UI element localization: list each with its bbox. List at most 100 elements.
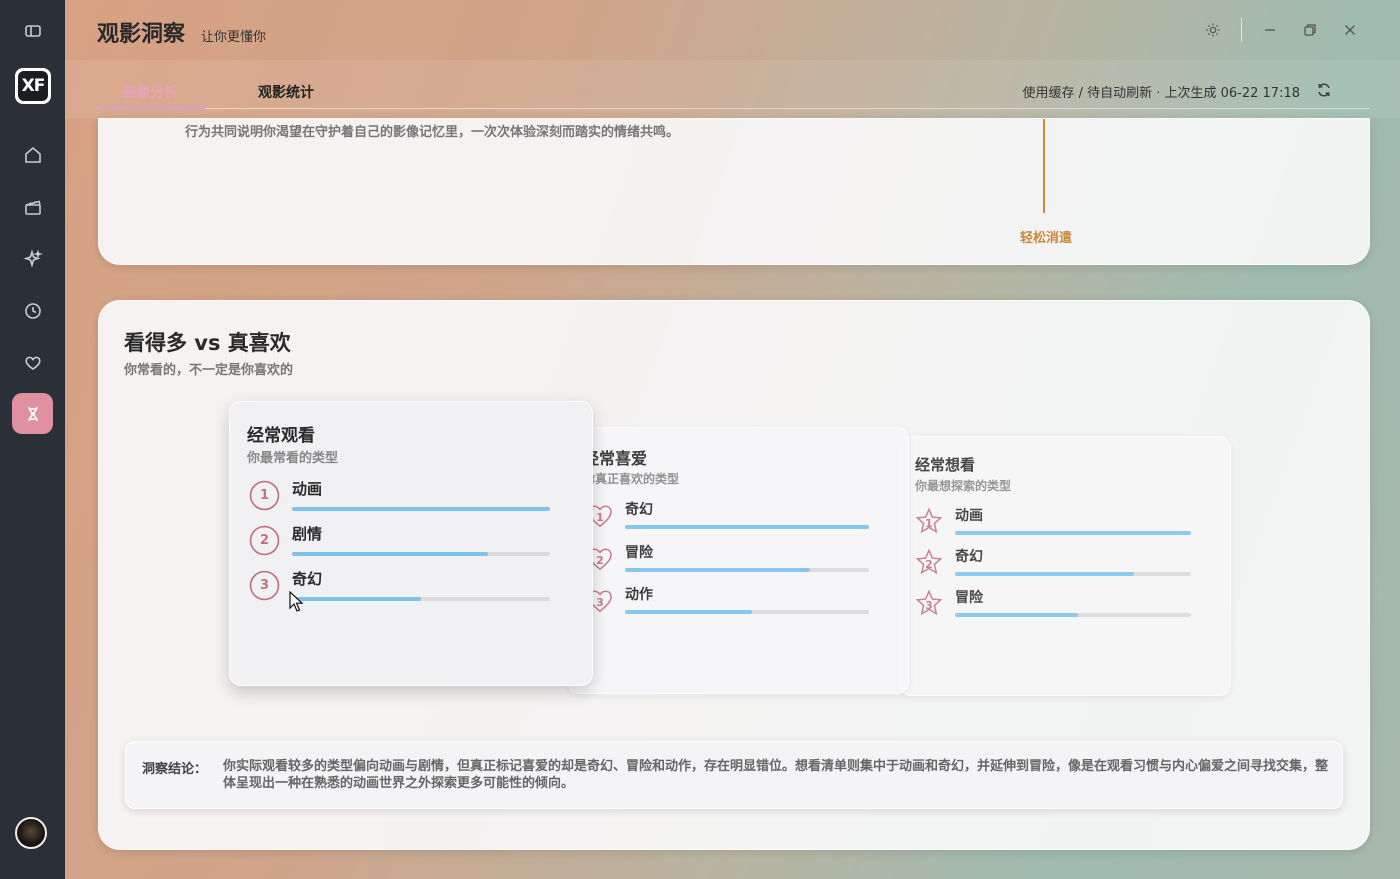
rank-number: 2 (596, 553, 604, 567)
conclusion-label: 洞察结论： (142, 762, 208, 777)
rank-number: 1 (925, 516, 933, 530)
rank-circle-icon: 2 (249, 525, 280, 556)
refresh-icon (1318, 83, 1330, 97)
dna-icon (27, 406, 38, 421)
rank-number: 2 (259, 533, 270, 548)
genre-bar-fill (292, 552, 489, 556)
sparkles-icon (22, 248, 43, 268)
clapperboard-icon (24, 200, 41, 215)
genre-bar-fill (625, 610, 752, 614)
genre-bar-track (292, 552, 550, 556)
genre-bar-fill (625, 525, 869, 529)
rank-number: 2 (925, 557, 933, 571)
sun-icon (1206, 23, 1220, 37)
card-want-to-watch[interactable]: 经常想看 你最想探索的类型 1 动画 2 奇幻 3 冒险 (899, 436, 1231, 696)
genre-bar-track (625, 610, 869, 614)
card-subtitle: 你最常看的类型 (247, 451, 339, 466)
genre-bar-fill (955, 572, 1135, 576)
card-title: 经常观看 (247, 426, 315, 446)
user-avatar[interactable] (15, 817, 47, 849)
genre-bar-fill (292, 597, 421, 601)
tab-profile-analysis[interactable]: 画像分析 (122, 82, 178, 102)
close-button[interactable] (1330, 18, 1370, 42)
genre-bar-track (955, 613, 1191, 617)
minimize-icon (1265, 29, 1275, 31)
divider (1241, 18, 1242, 42)
genre-bar-fill (955, 613, 1078, 617)
rank-star-icon: 2 (915, 548, 943, 576)
active-tab-indicator (97, 106, 205, 109)
rank-number: 3 (596, 595, 604, 609)
history-clock-icon (24, 302, 41, 319)
app-title: 观影洞察 (97, 22, 186, 47)
genre-label: 奇幻 (625, 502, 653, 518)
genre-label: 奇幻 (955, 549, 983, 565)
rank-star-icon: 1 (915, 507, 943, 535)
app-logo: XF (15, 68, 51, 104)
card-title: 经常想看 (915, 456, 976, 474)
genre-bar-track (292, 597, 550, 601)
card-subtitle: 你最想探索的类型 (915, 479, 1012, 493)
genre-bar-track (625, 568, 869, 572)
tab-viewing-stats[interactable]: 观影统计 (258, 82, 314, 102)
sidebar-item-home[interactable] (12, 134, 53, 175)
genre-bar-track (292, 507, 550, 511)
close-icon (1345, 25, 1355, 35)
genre-label: 动作 (625, 587, 653, 603)
rank-number: 3 (925, 598, 933, 612)
genre-bar-fill (955, 531, 1191, 535)
app-subtitle: 让你更懂你 (201, 30, 267, 45)
tab-bar: 画像分析 观影统计 使用缓存 / 待自动刷新 · 上次生成 06-22 17:1… (65, 60, 1400, 118)
genre-label: 动画 (955, 508, 983, 524)
theme-toggle-button[interactable] (1193, 18, 1233, 42)
genre-label: 冒险 (625, 545, 653, 561)
home-icon (24, 146, 41, 163)
rank-number: 1 (596, 510, 604, 524)
sidebar-item-movies[interactable] (12, 186, 53, 227)
timeline-label: 轻松消遣 (1020, 231, 1073, 246)
rank-number: 3 (259, 578, 270, 593)
timeline-line (1043, 119, 1045, 213)
genre-bar-track (625, 525, 869, 529)
sidebar-toggle-icon (24, 24, 41, 37)
genre-bar-fill (625, 568, 811, 572)
header: 观影洞察 让你更懂你 (65, 0, 1400, 60)
watch-vs-love-panel: 看得多 vs 真喜欢 你常看的，不一定是你喜欢的 经常观看 你最常看的类型 1 动… (98, 300, 1370, 850)
window-controls (1193, 18, 1370, 42)
cache-status-text: 使用缓存 / 待自动刷新 · 上次生成 06-22 17:18 (1022, 86, 1300, 101)
section-title: 看得多 vs 真喜欢 (124, 331, 291, 355)
sidebar-item-history[interactable] (12, 290, 53, 331)
heart-icon (24, 356, 41, 370)
sidebar-item-insight[interactable] (12, 393, 53, 434)
genre-label: 冒险 (955, 590, 983, 606)
minimize-button[interactable] (1250, 18, 1290, 42)
tab-divider (97, 108, 1370, 109)
genre-bar-fill (292, 507, 550, 511)
section-subtitle: 你常看的，不一定是你喜欢的 (124, 363, 294, 378)
profile-summary-text: 行为共同说明你渴望在守护着自己的影像记忆里，一次次体验深刻而踏实的情绪共鸣。 (185, 125, 680, 140)
sidebar-toggle-button[interactable] (12, 10, 53, 51)
sidebar-item-recommend[interactable] (12, 238, 53, 279)
mouse-cursor-icon (289, 591, 304, 612)
sidebar-item-favorites[interactable] (12, 342, 53, 383)
card-most-loved[interactable]: 经常喜爱 你真正喜欢的类型 1 奇幻 2 冒险 3 动作 (567, 427, 909, 694)
restore-icon (1304, 24, 1316, 36)
genre-label: 动画 (292, 480, 323, 498)
card-most-watched[interactable]: 经常观看 你最常看的类型 1 动画 2 剧情 3 奇幻 (229, 401, 593, 686)
card-subtitle: 你真正喜欢的类型 (583, 472, 680, 486)
sidebar: XF (0, 0, 65, 879)
rank-star-icon: 3 (915, 589, 943, 617)
refresh-button[interactable] (1316, 82, 1334, 100)
rank-circle-icon: 1 (249, 480, 280, 511)
genre-bar-track (955, 531, 1191, 535)
profile-summary-panel: 行为共同说明你渴望在守护着自己的影像记忆里，一次次体验深刻而踏实的情绪共鸣。 轻… (98, 118, 1370, 265)
genre-label: 奇幻 (292, 570, 323, 588)
genre-bar-track (955, 572, 1191, 576)
genre-label: 剧情 (292, 525, 323, 543)
maximize-button[interactable] (1290, 18, 1330, 42)
insight-conclusion: 洞察结论： 你实际观看较多的类型偏向动画与剧情，但真正标记喜爱的却是奇幻、冒险和… (125, 741, 1343, 809)
logo-text: XF (18, 71, 48, 101)
rank-number: 1 (259, 488, 270, 503)
rank-circle-icon: 3 (249, 570, 280, 601)
conclusion-text: 你实际观看较多的类型偏向动画与剧情，但真正标记喜爱的却是奇幻、冒险和动作，存在明… (223, 759, 1329, 791)
